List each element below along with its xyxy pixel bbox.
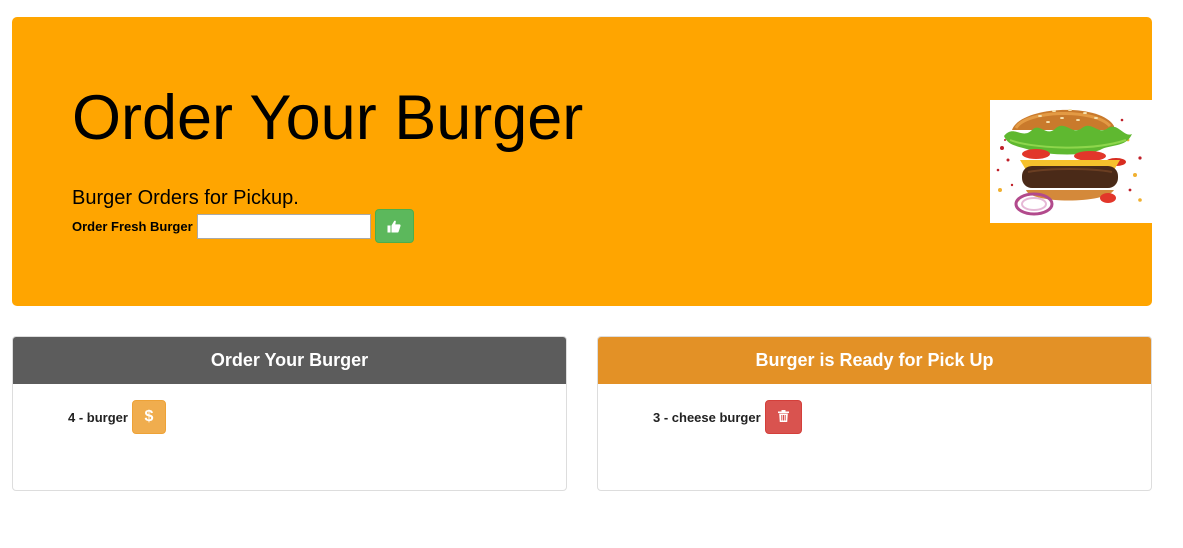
submit-order-button[interactable]	[374, 209, 414, 243]
burger-name-input[interactable]	[196, 213, 371, 239]
order-form: Order Fresh Burger	[72, 209, 414, 243]
order-burger-label: Order Fresh Burger	[72, 218, 193, 234]
list-item: 3 - cheese burger	[653, 400, 802, 434]
burger-item-label: 3 - cheese burger	[653, 409, 761, 425]
ready-panel-body: 3 - cheese burger	[598, 384, 1151, 490]
order-panel-body: 4 - burger $	[13, 384, 566, 490]
list-item: 4 - burger $	[68, 400, 166, 434]
hero-banner: Order Your Burger Burger Orders for Pick…	[12, 17, 1152, 306]
order-panel-heading: Order Your Burger	[13, 337, 566, 384]
burger-image	[990, 100, 1152, 223]
ready-panel: Burger is Ready for Pick Up 3 - cheese b…	[597, 336, 1152, 491]
burger-item-label: 4 - burger	[68, 409, 128, 425]
trash-icon	[777, 409, 789, 425]
ready-panel-heading: Burger is Ready for Pick Up	[598, 337, 1151, 384]
thumbs-up-icon	[387, 220, 401, 233]
page-title: Order Your Burger	[72, 83, 584, 153]
dollar-icon: $	[144, 408, 154, 425]
devour-button[interactable]: $	[131, 400, 166, 434]
delete-button[interactable]	[764, 400, 802, 434]
page-subtitle: Burger Orders for Pickup.	[72, 187, 299, 209]
order-panel: Order Your Burger 4 - burger $	[12, 336, 567, 491]
